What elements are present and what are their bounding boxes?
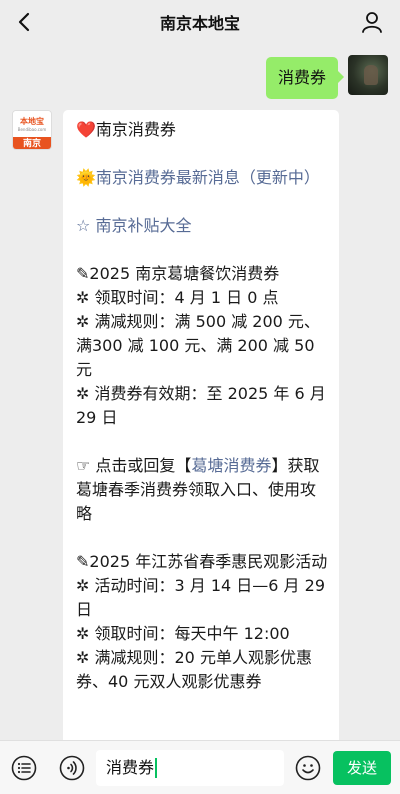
section1-claim-time: ✲ 领取时间：4 月 1 日 0 点 — [76, 288, 279, 307]
avatar-city-label: 南京 — [13, 137, 51, 149]
subsidy-link-line: ☆ 南京补贴大全 — [76, 214, 329, 238]
bendibao-avatar[interactable]: 本地宝 Bendibao.com 南京 — [12, 110, 52, 150]
message-input-text: 消费券 — [106, 758, 155, 777]
outgoing-message: 消费券 — [265, 55, 388, 99]
incoming-bubble: ❤️南京消费券 🌞南京消费券最新消息（更新中） ☆ 南京补贴大全 ✎2025 南… — [63, 110, 339, 750]
section1-validity: ✲ 消费券有效期：至 2025 年 6 月 29 日 — [76, 384, 326, 427]
message-input[interactable]: 消费券 — [96, 750, 284, 786]
avatar-logo-sub: Bendibao.com — [17, 126, 47, 132]
user-avatar[interactable] — [348, 55, 388, 95]
chat-title: 南京本地宝 — [159, 14, 240, 33]
subsidy-link[interactable]: 南京补贴大全 — [95, 216, 191, 235]
voice-icon[interactable] — [58, 754, 86, 782]
menu-list-icon[interactable] — [10, 754, 38, 782]
send-button[interactable]: 发送 — [333, 751, 391, 785]
section2-discount-rule: ✲ 满减规则：20 元单人观影优惠券、40 元双人观影优惠券 — [76, 648, 312, 691]
star-icon: ☆ — [76, 216, 91, 235]
sun-icon: 🌞 — [76, 168, 96, 187]
news-link[interactable]: 南京消费券最新消息（更新中） — [96, 168, 320, 187]
reply-hint: ☞ 点击或回复【葛塘消费券】获取葛塘春季消费券领取入口、使用攻略 — [76, 454, 329, 526]
emoji-icon[interactable] — [294, 754, 322, 782]
reply-keyword-link[interactable]: 葛塘消费券 — [191, 456, 271, 475]
back-icon[interactable] — [10, 8, 38, 36]
section1-discount-rule: ✲ 满减规则：满 500 减 200 元、满300 减 100 元、满 200 … — [76, 312, 320, 379]
section2-activity-time: ✲ 活动时间：3 月 14 日—6 月 29 日 — [76, 576, 326, 619]
top-bar: 南京本地宝 — [0, 0, 400, 44]
avatar-logo: 本地宝 Bendibao.com — [13, 111, 51, 137]
heart-icon: ❤️ — [76, 120, 96, 139]
news-link-line: 🌞南京消费券最新消息（更新中） — [76, 166, 329, 190]
message-title: 南京消费券 — [95, 120, 176, 139]
message-title-line: ❤️南京消费券 — [76, 118, 329, 142]
input-bar: 消费券 发送 — [0, 740, 400, 794]
text-caret — [155, 758, 158, 778]
outgoing-bubble[interactable]: 消费券 — [265, 57, 345, 99]
section2-claim-time: ✲ 领取时间：每天中午 12:00 — [76, 624, 290, 643]
section2-heading: ✎2025 年江苏省春季惠民观影活动 — [76, 552, 328, 571]
avatar-logo-text: 本地宝 — [20, 116, 44, 126]
person-icon[interactable] — [358, 8, 386, 36]
section1-heading: ✎2025 南京葛塘餐饮消费券 — [76, 264, 280, 283]
reply-prefix: ☞ 点击或回复【 — [76, 456, 192, 475]
